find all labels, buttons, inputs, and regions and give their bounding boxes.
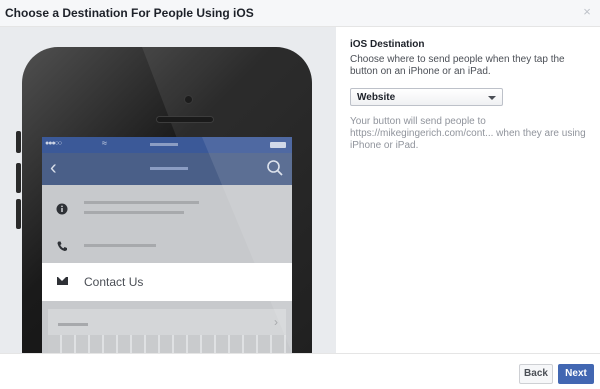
signal-icon: ●●●○○ bbox=[45, 140, 62, 147]
map-card: › bbox=[48, 309, 286, 353]
search-icon bbox=[267, 160, 283, 176]
dialog-header: Choose a Destination For People Using iO… bbox=[0, 0, 600, 27]
phone-side-button bbox=[16, 131, 21, 153]
text-placeholder bbox=[58, 323, 88, 326]
phone-status-bar: ●●●○○ ≈ bbox=[42, 137, 292, 153]
nav-title-placeholder bbox=[150, 167, 188, 170]
chevron-left-icon: ‹ bbox=[50, 157, 57, 179]
destination-select[interactable]: Website bbox=[350, 88, 503, 106]
destination-result-text: Your button will send people to https://… bbox=[350, 116, 586, 151]
text-placeholder bbox=[84, 201, 199, 204]
back-button[interactable]: Back bbox=[519, 364, 553, 384]
speaker-icon bbox=[156, 116, 214, 123]
mail-icon bbox=[57, 277, 68, 285]
phone-screen: ●●●○○ ≈ ‹ Contact Us › bbox=[42, 137, 292, 353]
time-placeholder bbox=[150, 143, 178, 146]
phone-preview-pane: ●●●○○ ≈ ‹ Contact Us › bbox=[0, 27, 336, 353]
contact-us-row: Contact Us bbox=[42, 263, 292, 301]
ios-destination-settings: iOS Destination Choose where to send peo… bbox=[350, 39, 590, 152]
info-row bbox=[42, 189, 292, 229]
text-placeholder bbox=[84, 211, 184, 214]
text-placeholder bbox=[84, 244, 156, 247]
info-icon bbox=[56, 203, 68, 215]
close-icon[interactable]: × bbox=[580, 4, 594, 20]
camera-icon bbox=[184, 95, 193, 104]
contact-us-label: Contact Us bbox=[84, 275, 144, 289]
phone-icon bbox=[57, 241, 67, 251]
section-description: Choose where to send people when they ta… bbox=[350, 54, 565, 77]
wifi-icon: ≈ bbox=[102, 138, 107, 148]
caret-down-icon bbox=[488, 96, 496, 100]
phone-side-button bbox=[16, 199, 21, 229]
phone-side-button bbox=[16, 163, 21, 193]
destination-select-value: Website bbox=[357, 92, 396, 103]
chevron-right-icon: › bbox=[274, 315, 278, 329]
phone-nav-bar: ‹ bbox=[42, 153, 292, 185]
phone-row bbox=[42, 227, 292, 267]
dialog-title: Choose a Destination For People Using iO… bbox=[5, 6, 254, 20]
battery-icon bbox=[270, 142, 286, 148]
map-placeholder bbox=[48, 335, 286, 353]
footer-divider bbox=[0, 353, 600, 354]
section-title: iOS Destination bbox=[350, 39, 425, 50]
next-button[interactable]: Next bbox=[558, 364, 594, 384]
